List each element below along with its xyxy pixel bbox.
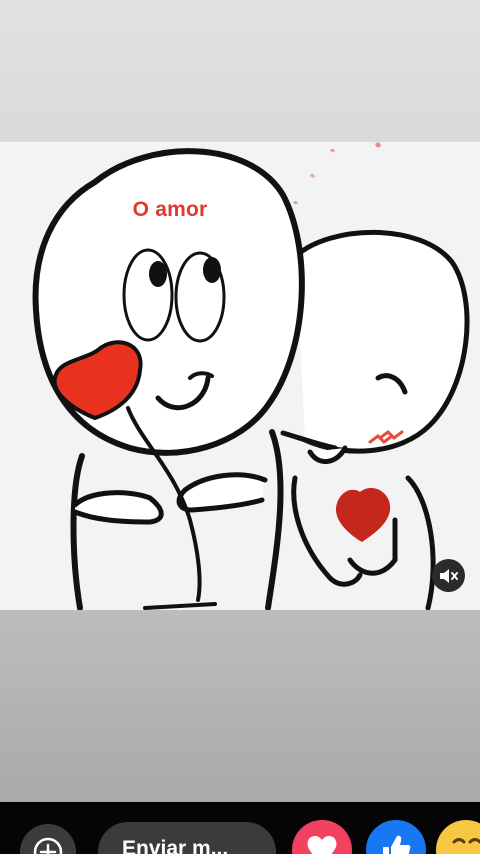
petal-icon	[310, 173, 315, 178]
story-media[interactable]	[0, 142, 480, 610]
petal-icon	[330, 148, 335, 153]
thumbs-up-icon	[383, 835, 411, 854]
speaker-muted-icon	[439, 568, 458, 583]
like-reaction-button[interactable]	[366, 820, 426, 854]
heart-icon	[307, 836, 337, 854]
story-background-bottom	[0, 610, 480, 802]
hugging-character	[280, 229, 470, 610]
couple-illustration	[32, 142, 470, 610]
mute-button[interactable]	[432, 559, 465, 592]
small-heart-icon	[335, 488, 391, 542]
story-reply-bar: Enviar m...	[0, 802, 480, 854]
haha-reaction-button[interactable]	[436, 820, 480, 854]
petal-icon	[293, 200, 298, 205]
story-background-top	[0, 0, 480, 142]
love-reaction-button[interactable]	[292, 820, 352, 854]
story-caption: O amor	[132, 198, 208, 221]
add-circle-icon	[33, 837, 63, 854]
petal-icon	[375, 142, 381, 148]
laughing-face-icon	[452, 838, 480, 844]
message-input[interactable]: Enviar m...	[98, 822, 276, 854]
add-button[interactable]	[20, 824, 76, 854]
